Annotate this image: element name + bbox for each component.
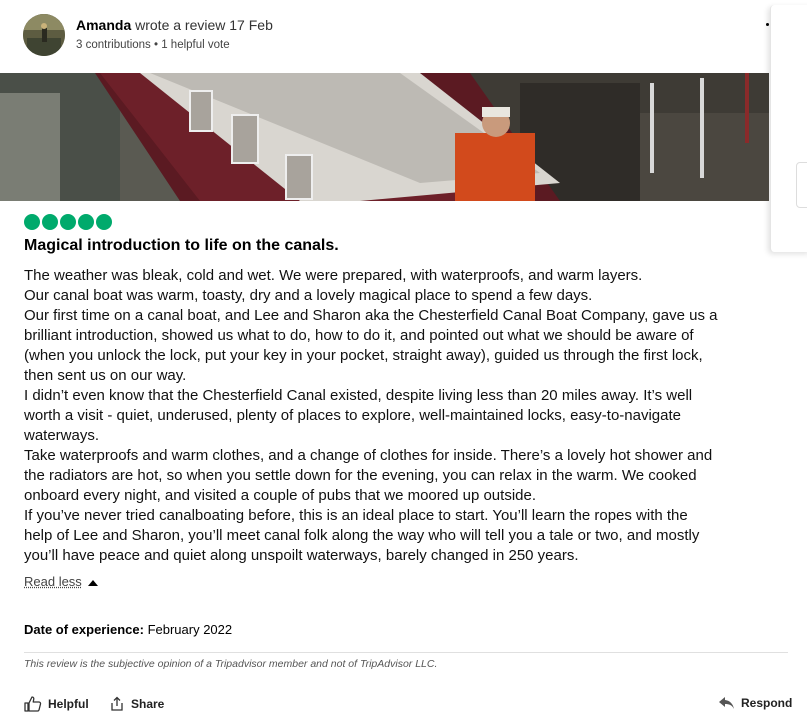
side-panel-control[interactable] (796, 162, 807, 208)
divider (24, 652, 788, 653)
review-body-line: waterways. (24, 427, 100, 444)
respond-label: Respond (741, 696, 793, 710)
review-body-line: worth a visit - quiet, underused, plenty… (24, 407, 682, 424)
review-body-line: you’ll have peace and quiet along unspoi… (24, 547, 579, 564)
more-dot-icon[interactable] (766, 23, 769, 26)
review-author-line: Amanda wrote a review 17 Feb (76, 17, 273, 33)
side-panel (766, 5, 807, 252)
share-label: Share (131, 697, 165, 711)
thumbs-up-icon (24, 696, 42, 712)
rating-bubble-icon (24, 214, 40, 230)
caret-up-icon (87, 579, 98, 586)
review-body-line: Our canal boat was warm, toasty, dry and… (24, 287, 593, 304)
review-body-line: help of Lee and Sharon, you’ll meet cana… (24, 527, 700, 544)
share-icon (111, 696, 123, 711)
read-less-label: Read less (24, 574, 82, 589)
review-disclaimer: This review is the subjective opinion of… (24, 658, 438, 670)
helpful-button[interactable]: Helpful (24, 696, 89, 712)
read-less-link[interactable]: Read less (24, 574, 98, 589)
review-actions: Helpful Share Respond (24, 696, 792, 718)
avatar[interactable] (23, 14, 65, 56)
review-body-line: Our first time on a canal boat, and Lee … (24, 307, 718, 324)
review-action-text: wrote a review 17 Feb (135, 17, 273, 33)
review-photo[interactable] (0, 73, 769, 201)
rating-bubble-icon (60, 214, 76, 230)
review-body-line: (when you unlock the lock, put your key … (24, 347, 703, 364)
reply-arrow-icon (719, 697, 734, 709)
review-body-line: Take waterproofs and warm clothes, and a… (24, 447, 713, 464)
date-of-experience-value: February 2022 (147, 622, 233, 637)
respond-button[interactable]: Respond (718, 696, 792, 710)
review-body-line: brilliant introduction, showed us what t… (24, 327, 694, 344)
review-body-line: If you’ve never tried canalboating befor… (24, 507, 688, 524)
review-body-line: the radiators are hot, so when you settl… (24, 467, 697, 484)
review-body-line: The weather was bleak, cold and wet. We … (24, 267, 643, 284)
review-title[interactable]: Magical introduction to life on the cana… (24, 237, 339, 255)
date-of-experience: Date of experience: February 2022 (24, 622, 232, 637)
rating-bubble-icon (42, 214, 58, 230)
review-body-line: then sent us on our way. (24, 367, 187, 384)
review-body: The weather was bleak, cold and wet. We … (24, 266, 794, 566)
author-name[interactable]: Amanda (76, 17, 131, 33)
review-body-line: onboard every night, and visited a coupl… (24, 487, 536, 504)
rating-bubble-icon (78, 214, 94, 230)
review-body-line: I didn’t even know that the Chesterfield… (24, 387, 693, 404)
date-of-experience-label: Date of experience: (24, 622, 144, 637)
rating-bubble-icon (96, 214, 112, 230)
author-contributions: 3 contributions • 1 helpful vote (76, 39, 230, 51)
share-button[interactable]: Share (109, 696, 164, 712)
helpful-label: Helpful (48, 697, 89, 711)
rating-bubbles (24, 214, 112, 230)
